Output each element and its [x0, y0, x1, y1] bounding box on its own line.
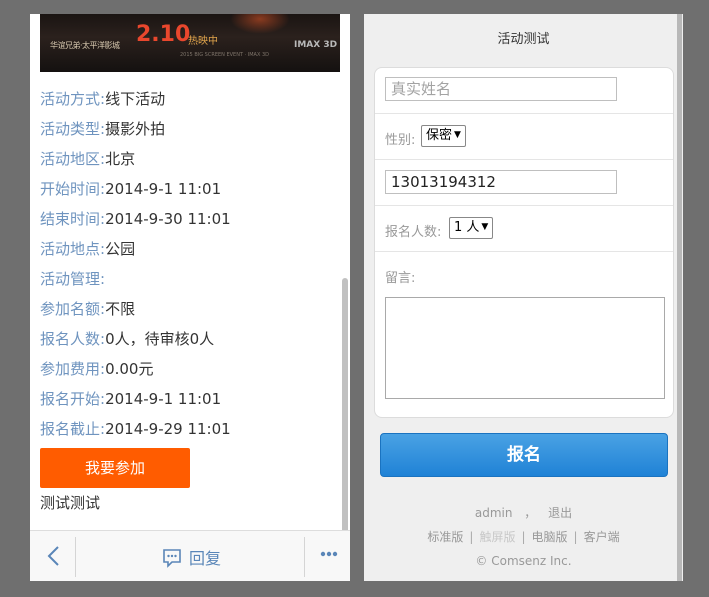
ellipsis-icon[interactable]: [320, 551, 338, 557]
info-row: 报名截止:2014-9-29 11:01: [40, 418, 340, 448]
bottom-toolbar: 回复: [30, 530, 350, 581]
banner-small-text: 2015 BIG SCREEN EVENT · IMAX 3D: [180, 52, 270, 58]
event-banner-image[interactable]: 华谊兄弟·太平洋影城 2.10 热映中 IMAX 3D 2015 BIG SCR…: [40, 14, 340, 72]
page-title: 活动测试: [497, 32, 550, 47]
gender-select[interactable]: 保密 ▼: [421, 125, 466, 147]
info-value: 摄影外拍: [105, 120, 166, 138]
info-value: 不限: [105, 300, 136, 318]
dropdown-arrow-icon: ▼: [454, 130, 461, 140]
message-textarea[interactable]: [385, 297, 665, 399]
username-link[interactable]: admin: [475, 506, 513, 520]
info-key: 开始时间:: [40, 180, 106, 198]
info-value: 公园: [105, 240, 136, 258]
gender-label: 性别:: [385, 133, 416, 148]
form-row-gender: 性别: 保密 ▼: [375, 114, 673, 160]
info-key: 参加名额:: [40, 300, 106, 318]
desktop-version-link[interactable]: 电脑版: [532, 530, 568, 544]
footer-comma: ，: [524, 506, 537, 520]
info-row: 结束时间:2014-9-30 11:01: [40, 208, 340, 238]
form-row-phone: [375, 160, 673, 206]
info-row: 参加名额:不限: [40, 298, 340, 328]
submit-registration-button[interactable]: 报名: [380, 433, 668, 477]
info-key: 报名截止:: [40, 420, 106, 438]
info-key: 活动地区:: [40, 150, 106, 168]
info-key: 活动方式:: [40, 90, 106, 108]
participant-count-select[interactable]: 1 人 ▼: [449, 217, 494, 239]
banner-date: 2.10: [136, 22, 191, 47]
info-value: 2014-9-1 11:01: [105, 180, 222, 198]
info-row: 报名人数:0人，待审核0人: [40, 328, 340, 358]
info-key: 报名开始:: [40, 390, 106, 408]
info-key: 报名人数:: [40, 330, 106, 348]
page-footer: admin ， 退出 标准版 | 触屏版 | 电脑版 | 客户端 © Comsenz Inc…: [364, 501, 683, 573]
info-row: 活动地区:北京: [40, 148, 340, 178]
touch-version-link[interactable]: 触屏版: [479, 530, 515, 544]
form-row-count: 报名人数: 1 人 ▼: [375, 206, 673, 252]
banner-glow: [230, 14, 290, 34]
info-value: 2014-9-29 11:01: [105, 420, 231, 438]
participant-count-value: 1 人: [454, 220, 480, 235]
logout-link[interactable]: 退出: [548, 506, 572, 520]
phone-input[interactable]: [385, 170, 617, 194]
banner-left-text: 华谊兄弟·太平洋影城: [50, 41, 120, 50]
join-activity-button[interactable]: 我要参加: [40, 448, 190, 488]
info-row: 活动管理:: [40, 268, 340, 298]
info-row: 活动类型:摄影外拍: [40, 118, 340, 148]
chevron-left-icon[interactable]: [44, 545, 64, 567]
info-row: 活动地点:公园: [40, 238, 340, 268]
info-row: 参加费用:0.00元: [40, 358, 340, 388]
scrollbar-thumb[interactable]: [342, 278, 348, 554]
info-key: 活动类型:: [40, 120, 106, 138]
reply-label: 回复: [189, 549, 222, 568]
client-app-link[interactable]: 客户端: [584, 530, 620, 544]
activity-description: 测试测试: [40, 494, 101, 512]
registration-form: 性别: 保密▼ 报名人数: 1 人▼ 留言:: [374, 67, 674, 418]
info-value: 0.00元: [105, 360, 154, 378]
info-key: 参加费用:: [40, 360, 106, 378]
banner-imax-logo: IMAX 3D: [294, 40, 338, 50]
info-key: 活动地点:: [40, 240, 106, 258]
info-row: 活动方式:线下活动: [40, 88, 340, 118]
info-value: 北京: [105, 150, 136, 168]
chat-bubble-icon: [163, 549, 181, 568]
activity-detail-panel: 华谊兄弟·太平洋影城 2.10 热映中 IMAX 3D 2015 BIG SCR…: [30, 14, 350, 581]
gender-select-value: 保密: [426, 128, 453, 143]
info-key: 结束时间:: [40, 210, 106, 228]
scrollbar-track[interactable]: [677, 14, 682, 581]
copyright: © Comsenz Inc.: [475, 554, 572, 568]
participant-count-label: 报名人数:: [385, 225, 442, 240]
real-name-input[interactable]: [385, 77, 617, 101]
info-value: 线下活动: [105, 90, 166, 108]
info-row: 开始时间:2014-9-1 11:01: [40, 178, 340, 208]
message-label: 留言:: [385, 271, 416, 286]
info-row: 报名开始:2014-9-1 11:01: [40, 388, 340, 418]
standard-version-link[interactable]: 标准版: [427, 530, 463, 544]
info-value: 0人，待审核0人: [105, 330, 215, 348]
toolbar-divider: [304, 537, 305, 577]
banner-sub-text: 热映中: [188, 36, 218, 47]
form-row-name: [375, 68, 673, 114]
dropdown-arrow-icon: ▼: [481, 222, 489, 232]
info-key: 活动管理:: [40, 270, 106, 288]
info-value: 2014-9-1 11:01: [105, 390, 222, 408]
registration-panel: 活动测试 性别: 保密▼ 报名人数: 1 人▼ 留言: 报名 admin ， 退…: [364, 14, 683, 581]
toolbar-divider: [75, 537, 76, 577]
info-value: 2014-9-30 11:01: [105, 210, 231, 228]
activity-info-list: 活动方式:线下活动 活动类型:摄影外拍 活动地区:北京 开始时间:2014-9-1 1…: [40, 88, 340, 448]
